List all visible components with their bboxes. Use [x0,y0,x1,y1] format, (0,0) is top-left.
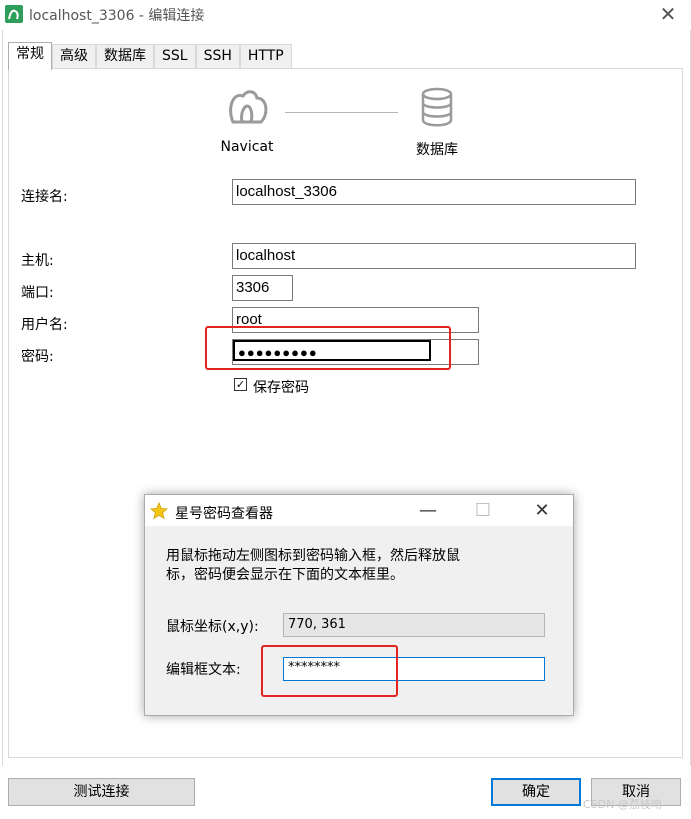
minimize-button[interactable]: — [413,498,443,524]
tab-ssl[interactable]: SSL [154,44,196,68]
close-window-button[interactable]: ✕ [656,2,680,26]
maximize-icon: ☐ [474,500,492,521]
instructions-line-1: 用鼠标拖动左侧图标到密码输入框，然后释放鼠 [166,548,460,564]
test-connection-button[interactable]: 测试连接 [8,778,195,806]
tab-ssh[interactable]: SSH [195,44,240,68]
navicat-seal-icon [229,90,268,124]
edit-text-label: 编辑框文本: [166,662,241,678]
connection-name-label: 连接名: [21,189,68,205]
close-popup-button[interactable]: ✕ [527,498,557,524]
mouse-coords-label: 鼠标坐标(x,y): [166,619,259,635]
window-titlebar: localhost_3306 - 编辑连接 ✕ [0,0,691,30]
database-icon [421,87,453,127]
close-icon: ✕ [534,500,550,521]
navicat-app-icon [5,5,23,23]
popup-client-area: 用鼠标拖动左侧图标到密码输入框，然后释放鼠 标，密码便会显示在下面的文本框里。 … [145,526,573,715]
close-icon: ✕ [659,2,677,26]
port-input[interactable]: 3306 [232,275,293,301]
mouse-coords-field: 770, 361 [283,613,545,637]
password-highlight-box [205,326,451,370]
tab-strip: 常规 高级 数据库 SSL SSH HTTP [8,42,292,70]
instructions-line-2: 标，密码便会显示在下面的文本框里。 [166,567,404,583]
watermark-text: CSDN @荔枝吻 [583,798,662,811]
save-password-label: 保存密码 [253,380,309,396]
database-label: 数据库 [416,142,458,158]
username-label: 用户名: [21,317,68,333]
popup-title: 星号密码查看器 [175,506,273,522]
port-label: 端口: [21,285,54,301]
connector-line [285,112,398,113]
connection-name-input[interactable]: localhost_3306 [232,179,636,205]
save-password-checkbox[interactable]: ✓ [234,378,247,391]
minimize-icon: — [419,500,437,521]
window-title: localhost_3306 - 编辑连接 [29,8,205,24]
password-viewer-window: 星号密码查看器 — ☐ ✕ 用鼠标拖动左侧图标到密码输入框，然后释放鼠 标，密码… [144,494,574,716]
navicat-label: Navicat [220,139,274,155]
tab-databases[interactable]: 数据库 [96,44,154,68]
tab-general[interactable]: 常规 [8,42,52,70]
maximize-button[interactable]: ☐ [468,498,498,524]
host-input[interactable]: localhost [232,243,636,269]
host-label: 主机: [21,253,54,269]
tab-http[interactable]: HTTP [239,44,292,68]
tab-advanced[interactable]: 高级 [52,44,96,68]
edit-text-highlight-box [261,645,398,697]
password-label: 密码: [21,349,54,365]
star-icon[interactable] [150,502,168,520]
ok-button[interactable]: 确定 [491,778,581,806]
